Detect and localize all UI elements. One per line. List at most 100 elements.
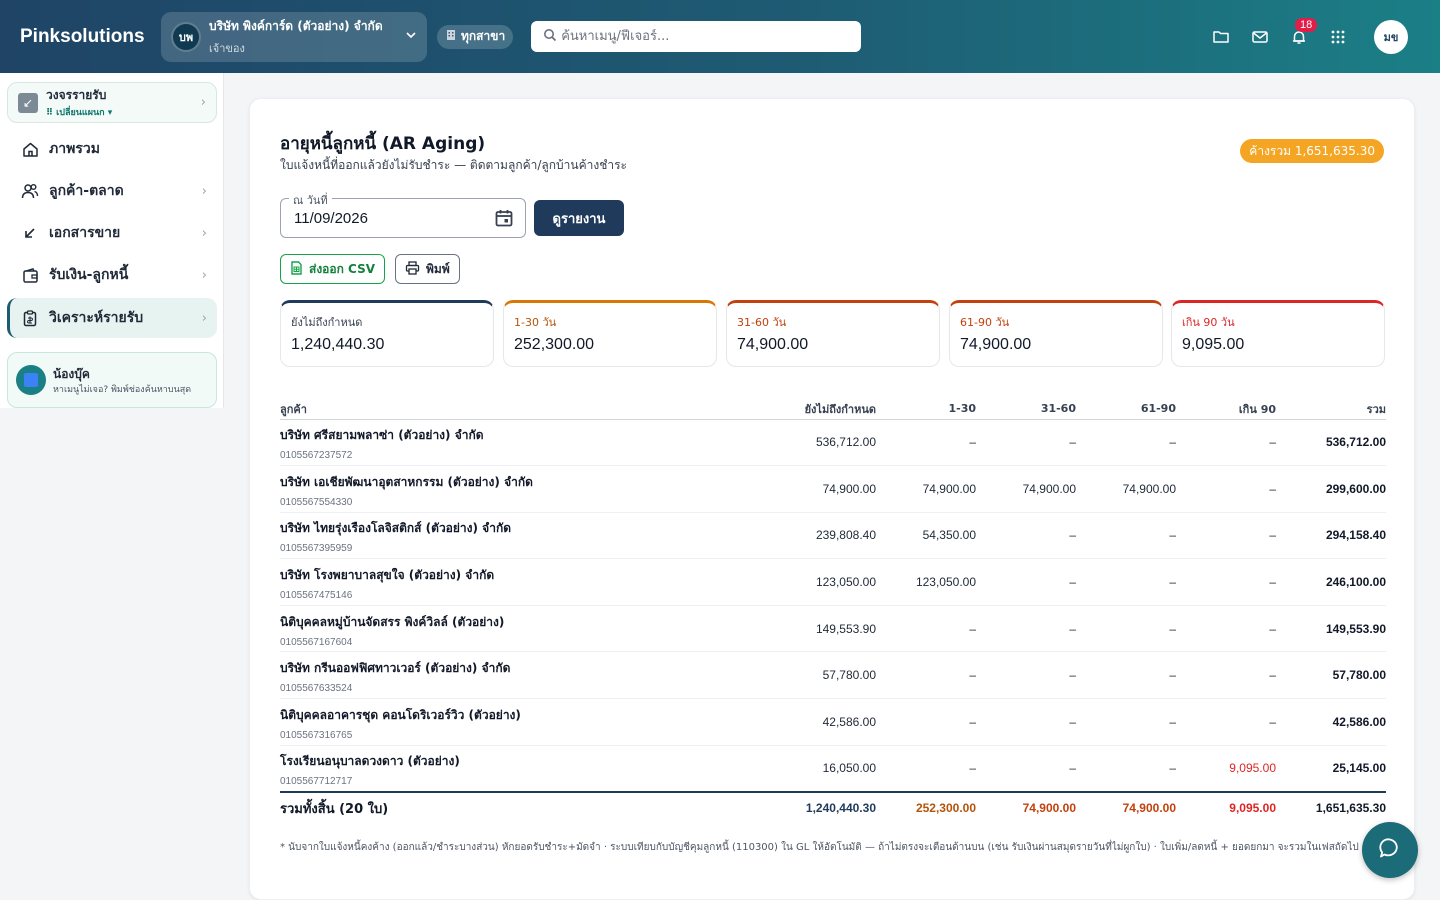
aging-bucket-card: 31-60 วัน 74,900.00 [726, 300, 940, 367]
branch-selector[interactable]: ทุกสาขา [437, 24, 514, 49]
bucket-value: 1,240,440.30 [291, 336, 385, 353]
chat-bubble-icon [1378, 836, 1402, 864]
chat-button[interactable] [1362, 822, 1418, 878]
amount-cell-current: 16,050.00 [760, 745, 876, 793]
amount-cell-over90: – [1176, 651, 1276, 700]
column-header-61-90: 61-90 [1076, 391, 1176, 420]
customer-tax-id: 0105567316765 [280, 729, 353, 741]
aging-bucket-card: เกิน 90 วัน 9,095.00 [1171, 300, 1385, 367]
brand-logo[interactable]: Pinksolutions [20, 26, 161, 48]
amount-cell-d30: – [876, 419, 976, 467]
table-row[interactable]: โรงเรียนอนุบาลดวงดาว (ตัวอย่าง) 010556771… [280, 745, 1386, 793]
table-row[interactable]: บริษัท กรีนออฟฟิศทาวเวอร์ (ตัวอย่าง) จำก… [280, 651, 1386, 700]
users-icon [21, 182, 39, 200]
sidebar-item-label: ภาพรวม [49, 141, 100, 157]
row-total-cell: 299,600.00 [1276, 465, 1386, 513]
amount-cell-d60: 74,900.00 [976, 465, 1076, 513]
export-csv-button[interactable]: ส่งออก CSV [280, 254, 385, 284]
customer-name[interactable]: นิติบุคคลอาคารชุด คอนโดริเวอร์วิว (ตัวอย… [280, 706, 760, 725]
customer-name[interactable]: บริษัท เอเชียพัฒนาอุตสาหกรรม (ตัวอย่าง) … [280, 473, 760, 492]
report-icon [21, 309, 39, 327]
folder-icon[interactable] [1211, 27, 1231, 47]
bell-icon[interactable]: 18 [1289, 17, 1318, 47]
customer-tax-id: 0105567395959 [280, 543, 353, 555]
customer-name[interactable]: นิติบุคคลหมู่บ้านจัดสรร พิงค์วิลล์ (ตัวอ… [280, 613, 760, 632]
sidebar-item-sales-docs[interactable]: เอกสารขาย › [7, 213, 217, 253]
chevron-right-icon: › [200, 95, 206, 110]
column-header-over-90: เกิน 90 [1176, 391, 1276, 420]
department-switcher[interactable]: ↙ วงจรรายรับ ⠿ เปลี่ยนแผนก ▾ › [7, 82, 217, 123]
row-total-cell: 536,712.00 [1276, 419, 1386, 467]
building-icon [445, 29, 457, 44]
date-field-label: ณ วันที่ [289, 191, 332, 209]
row-total-cell: 57,780.00 [1276, 651, 1386, 700]
aging-bucket-card: 1-30 วัน 252,300.00 [503, 300, 717, 367]
customer-tax-id: 0105567475146 [280, 590, 353, 602]
amount-cell-d30: – [876, 698, 976, 746]
customer-name[interactable]: บริษัท โรงพยาบาลสุขใจ (ตัวอย่าง) จำกัด [280, 566, 760, 585]
assistant-helper[interactable]: น้องบุ๊ค หาเมนูไม่เจอ? พิมพ์ช่องค้นหาบนส… [7, 352, 217, 408]
amount-cell-d90: – [1076, 698, 1176, 746]
column-header-31-60: 31-60 [976, 391, 1076, 420]
amount-cell-current: 42,586.00 [760, 698, 876, 746]
table-row[interactable]: บริษัท โรงพยาบาลสุขใจ (ตัวอย่าง) จำกัด 01… [280, 558, 1386, 606]
amount-cell-d90: – [1076, 745, 1176, 793]
sidebar-item-revenue-analysis[interactable]: วิเคราะห์รายรับ › [7, 298, 217, 338]
table-row[interactable]: นิติบุคคลอาคารชุด คอนโดริเวอร์วิว (ตัวอย… [280, 698, 1386, 746]
customer-name[interactable]: บริษัท กรีนออฟฟิศทาวเวอร์ (ตัวอย่าง) จำก… [280, 659, 760, 678]
customer-name[interactable]: โรงเรียนอนุบาลดวงดาว (ตัวอย่าง) [280, 752, 760, 771]
apps-grid-icon[interactable] [1328, 27, 1348, 47]
customer-tax-id: 0105567554330 [280, 496, 353, 508]
mail-icon[interactable] [1250, 27, 1270, 47]
amount-cell-d30: – [876, 745, 976, 793]
company-avatar: บพ [171, 21, 201, 52]
chevron-right-icon: › [201, 225, 207, 241]
sidebar-item-receivables[interactable]: รับเงิน-ลูกหนี้ › [7, 255, 217, 295]
run-report-button[interactable]: ดูรายงาน [534, 200, 624, 236]
customer-cell: บริษัท โรงพยาบาลสุขใจ (ตัวอย่าง) จำกัด 01… [280, 558, 760, 606]
customer-name[interactable]: บริษัท ศรีสยามพลาซ่า (ตัวอย่าง) จำกัด [280, 426, 760, 445]
search-input[interactable] [561, 29, 852, 44]
user-avatar[interactable]: มข [1374, 19, 1408, 54]
column-header-customer: ลูกค้า [280, 391, 760, 420]
customer-cell: โรงเรียนอนุบาลดวงดาว (ตัวอย่าง) 010556771… [280, 745, 760, 793]
arrow-down-left-icon: ↙ [18, 92, 38, 113]
amount-cell-d90: – [1076, 651, 1176, 700]
customer-cell: บริษัท กรีนออฟฟิศทาวเวอร์ (ตัวอย่าง) จำก… [280, 651, 760, 700]
ar-aging-card: อายุหนี้ลูกหนี้ (AR Aging) ใบแจ้งหนี้ที่… [249, 98, 1415, 900]
as-of-date-field[interactable]: ณ วันที่ 11/09/2026 [280, 191, 526, 238]
amount-cell-over90: – [1176, 419, 1276, 467]
column-header-total: รวม [1276, 391, 1386, 420]
table-row[interactable]: นิติบุคคลหมู่บ้านจัดสรร พิงค์วิลล์ (ตัวอ… [280, 605, 1386, 653]
amount-cell-over90: 9,095.00 [1176, 745, 1276, 793]
company-role: เจ้าของ [209, 41, 245, 55]
table-row[interactable]: บริษัท เอเชียพัฒนาอุตสาหกรรม (ตัวอย่าง) … [280, 465, 1386, 513]
print-label: พิมพ์ [426, 261, 450, 276]
sidebar-item-overview[interactable]: ภาพรวม [7, 129, 217, 169]
sidebar-item-label: ลูกค้า-ตลาด [49, 183, 124, 199]
company-switcher[interactable]: บพ บริษัท พิงค์การ์ด (ตัวอย่าง) จำกัด เจ… [161, 11, 427, 62]
total-label: รวมทั้งสิ้น (20 ใบ) [280, 790, 760, 824]
sidebar-item-label: วิเคราะห์รายรับ [49, 310, 144, 326]
amount-cell-d90: – [1076, 558, 1176, 606]
amount-cell-current: 239,808.40 [760, 512, 876, 560]
change-department-link[interactable]: ⠿ เปลี่ยนแผนก ▾ [46, 105, 201, 119]
amount-cell-over90: – [1176, 605, 1276, 653]
book-icon [16, 365, 46, 395]
page-title: อายุหนี้ลูกหนี้ (AR Aging) [280, 134, 486, 154]
aging-bucket-card: 61-90 วัน 74,900.00 [949, 300, 1163, 367]
search-box[interactable] [531, 21, 862, 52]
table-row[interactable]: บริษัท ไทยรุ่งเรืองโลจิสติกส์ (ตัวอย่าง)… [280, 512, 1386, 560]
sidebar-item-customers[interactable]: ลูกค้า-ตลาด › [7, 171, 217, 211]
calendar-icon[interactable] [494, 208, 514, 228]
customer-name[interactable]: บริษัท ไทยรุ่งเรืองโลจิสติกส์ (ตัวอย่าง)… [280, 519, 760, 538]
print-button[interactable]: พิมพ์ [395, 254, 460, 284]
bucket-value: 74,900.00 [737, 336, 809, 353]
date-value[interactable]: 11/09/2026 [294, 210, 494, 227]
amount-cell-over90: – [1176, 512, 1276, 560]
customer-cell: บริษัท ศรีสยามพลาซ่า (ตัวอย่าง) จำกัด 010… [280, 419, 760, 467]
amount-cell-d30: 54,350.00 [876, 512, 976, 560]
amount-cell-d60: – [976, 698, 1076, 746]
amount-cell-current: 57,780.00 [760, 651, 876, 700]
table-row[interactable]: บริษัท ศรีสยามพลาซ่า (ตัวอย่าง) จำกัด 010… [280, 419, 1386, 467]
